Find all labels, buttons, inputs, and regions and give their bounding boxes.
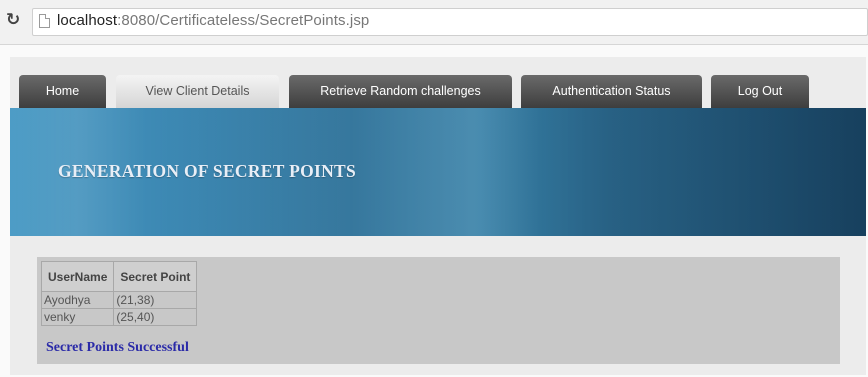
url-text[interactable]: localhost:8080/Certificateless/SecretPoi… [57,12,369,29]
reload-icon[interactable]: ↻ [6,11,24,29]
column-header-username: UserName [40,261,115,292]
browser-toolbar: ↻ localhost:8080/Certificateless/SecretP… [0,0,868,45]
tab-view-client-details[interactable]: View Client Details [116,75,279,108]
header-banner: GENERATION OF SECRET POINTS [10,108,866,236]
table-row: Ayodhya (21,38) [40,291,198,309]
nav-bar: Home View Client Details Retrieve Random… [10,72,862,108]
cell-secret-point: (21,38) [113,291,198,309]
content-panel: UserName Secret Point Ayodhya (21,38) ve… [37,257,840,364]
tab-log-out[interactable]: Log Out [711,75,809,108]
column-header-secret-point: Secret Point [113,261,198,292]
page-icon [39,14,50,28]
secret-points-table: UserName Secret Point Ayodhya (21,38) ve… [40,261,198,326]
cell-username: Ayodhya [40,291,115,309]
url-host: localhost [57,12,118,29]
table-row: venky (25,40) [40,308,198,326]
url-path: :8080/Certificateless/SecretPoints.jsp [117,12,370,29]
status-message: Secret Points Successful [46,340,189,355]
address-bar[interactable]: localhost:8080/Certificateless/SecretPoi… [32,8,868,36]
tab-home[interactable]: Home [19,75,106,108]
table-header-row: UserName Secret Point [40,261,198,292]
tab-retrieve-random-challenges[interactable]: Retrieve Random challenges [289,75,512,108]
tab-authentication-status[interactable]: Authentication Status [521,75,702,108]
banner-title: GENERATION OF SECRET POINTS [58,161,357,181]
cell-username: venky [40,308,115,326]
cell-secret-point: (25,40) [113,308,198,326]
